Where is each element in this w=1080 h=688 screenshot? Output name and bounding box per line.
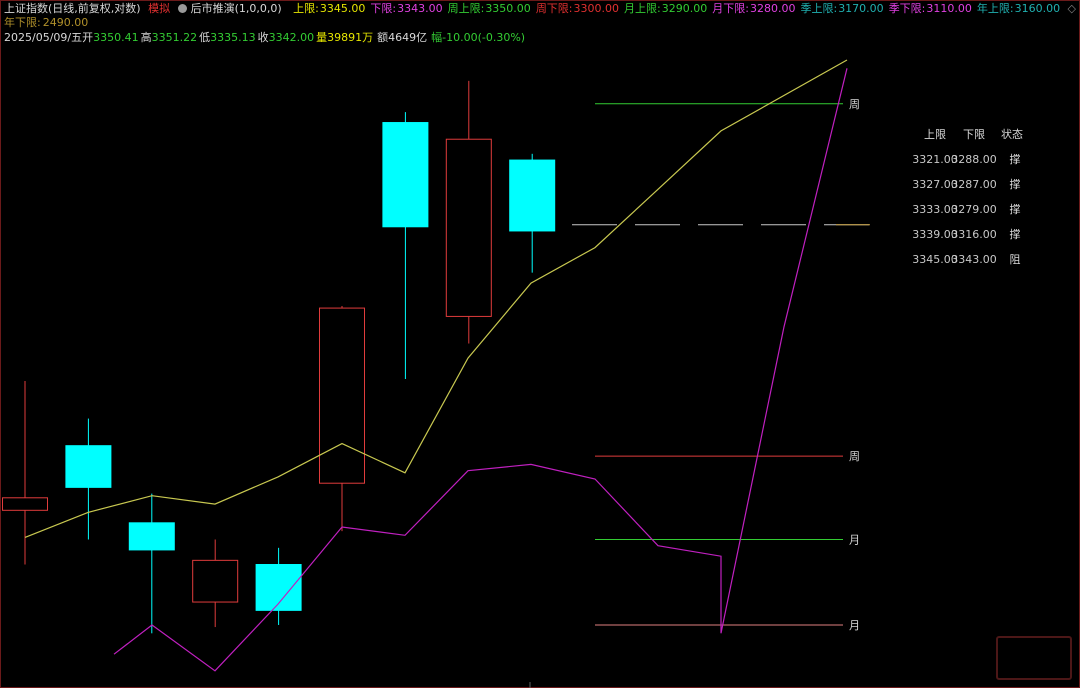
- limit-item: 周上限:3350.00: [448, 2, 531, 15]
- limit-value: 3170.00: [838, 2, 884, 15]
- limit-item: 周下限:3300.00: [536, 2, 619, 15]
- table-cell: 撑: [1010, 177, 1021, 191]
- low-label: 低: [199, 31, 211, 44]
- level-label: 月: [849, 619, 860, 632]
- script-name[interactable]: 后市推演(1,0,0,0): [177, 2, 286, 15]
- table-cell: 3316.00: [951, 228, 997, 241]
- year-lower-label: 年下限:: [4, 16, 41, 29]
- table-cell: 阻: [1010, 253, 1021, 266]
- limit-item: 下限:3343.00: [370, 2, 442, 15]
- limits-list: 上限:3345.00 下限:3343.00 周上限:3350.00 周下限:3300.…: [293, 2, 1065, 15]
- table-cell: 3288.00: [951, 153, 997, 166]
- open-label: 开: [82, 31, 94, 44]
- limit-item: 月上限:3290.00: [624, 2, 707, 15]
- limit-label: 上限:: [293, 2, 319, 15]
- quote-row: 2025/05/09/五开3350.41 高3351.22 低3335.13 收334…: [4, 31, 529, 45]
- limit-item: 季下限:3110.00: [889, 2, 972, 15]
- limit-label: 月下限:: [712, 2, 749, 15]
- table-cell: 3287.00: [951, 178, 997, 191]
- indicator-dot-icon: [177, 4, 187, 13]
- limit-value: 3160.00: [1014, 2, 1061, 15]
- change-label: 幅: [431, 31, 443, 44]
- limit-item: 上限:3345.00: [293, 2, 365, 15]
- limit-value: 3350.00: [485, 2, 531, 15]
- candle-body-down: [65, 445, 112, 488]
- quote-date: 2025/05/09/五: [4, 31, 83, 44]
- limit-value: 3300.00: [573, 2, 620, 15]
- open-value: 3350.41: [93, 31, 139, 44]
- header-row: 上证指数(日线,前复权,对数) 模拟 后市推演(1,0,0,0) 上限:3345…: [4, 2, 1069, 16]
- close-value: 3342.00: [268, 31, 315, 44]
- low-value: 3335.13: [210, 31, 256, 44]
- level-label: 月: [849, 533, 860, 546]
- year-lower-row: 年下限: 2490.00: [4, 16, 92, 30]
- limit-value: 3345.00: [319, 2, 366, 15]
- table-cell: 撑: [1010, 202, 1021, 216]
- candle-body-down: [128, 522, 175, 551]
- close-label: 收: [257, 31, 269, 44]
- limit-label: 季下限:: [888, 2, 926, 15]
- limit-item: 季上限:3170.00: [800, 2, 883, 15]
- limit-item: 月下限:3280.00: [712, 2, 795, 15]
- amount-value: 4649亿: [388, 31, 428, 44]
- table-cell: 撑: [1010, 152, 1021, 166]
- index-title[interactable]: 上证指数(日线,前复权,对数): [4, 2, 141, 15]
- limit-label: 月上限:: [624, 2, 661, 15]
- candle-body-down: [509, 159, 556, 232]
- amount-label: 额: [377, 31, 389, 44]
- candle-body-down: [382, 122, 429, 228]
- candle-body-up: [445, 138, 492, 317]
- table-header: 下限: [963, 128, 985, 141]
- table-cell: 3279.00: [951, 203, 997, 216]
- limit-value: 3280.00: [749, 2, 796, 15]
- settings-diamond-icon[interactable]: ◇: [1068, 2, 1076, 15]
- limit-label: 年上限:: [976, 2, 1014, 15]
- limit-label: 周下限:: [535, 2, 573, 15]
- limit-label: 周上限:: [447, 2, 485, 15]
- limit-value: 3290.00: [661, 2, 708, 15]
- volume-label: 量: [316, 31, 328, 44]
- yellow-indicator-line: [24, 59, 848, 538]
- table-cell: 3343.00: [951, 253, 997, 266]
- high-value: 3351.22: [151, 31, 198, 44]
- candle-body-up: [2, 497, 48, 511]
- table-header: 状态: [1001, 127, 1023, 141]
- high-label: 高: [140, 31, 152, 44]
- limit-value: 3343.00: [397, 2, 443, 15]
- candle-body-up: [319, 307, 365, 484]
- candlestick-chart[interactable]: 周周月月上限 下限 状态3321.003288.00 撑3327.003287.00 撑…: [0, 0, 1080, 688]
- limit-value: 3110.00: [926, 2, 972, 15]
- table-header: 上限: [924, 128, 946, 141]
- volume-value: 39891万: [327, 31, 374, 44]
- level-label: 周: [849, 98, 860, 111]
- watermark-seal: [996, 636, 1072, 680]
- table-cell: 撑: [1010, 227, 1021, 241]
- limit-label: 下限:: [370, 2, 397, 15]
- year-lower-value: 2490.00: [42, 16, 89, 29]
- limit-label: 季上限:: [800, 2, 838, 15]
- limit-item: 年上限:3160.00: [977, 2, 1060, 15]
- change-value: -10.00(-0.30%): [442, 31, 526, 44]
- candle-body-up: [192, 559, 239, 603]
- mode-badge[interactable]: 模拟: [148, 2, 170, 15]
- level-label: 周: [849, 450, 860, 463]
